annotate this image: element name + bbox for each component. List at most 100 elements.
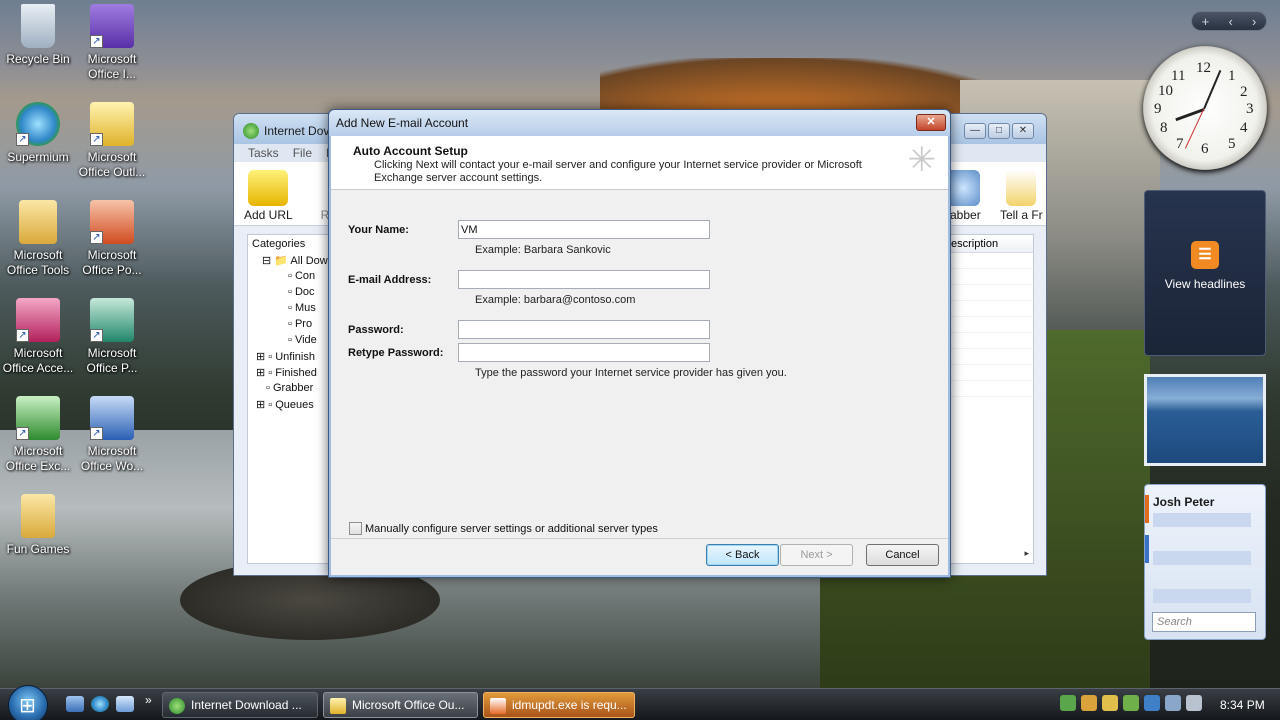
network-status-icon[interactable] <box>1165 695 1181 711</box>
checkbox-box[interactable] <box>349 522 362 535</box>
taskbar-item-microsoft-office-outlook[interactable]: Microsoft Office Ou... <box>323 692 478 718</box>
tree-item-compressed[interactable]: ▫ Con <box>252 270 328 286</box>
list-row <box>951 301 1033 317</box>
browser-quick-launch-icon[interactable] <box>91 696 109 712</box>
your-name-hint: Example: Barbara Sankovic <box>475 244 611 256</box>
feed-headlines-gadget[interactable]: ☰ View headlines <box>1144 190 1266 356</box>
contacts-search-input[interactable]: Search <box>1152 612 1256 632</box>
desktop-icon-office-outlook[interactable]: ↗ Microsoft Office Outl... <box>74 102 150 180</box>
folder-icon <box>19 200 57 244</box>
description-column-header[interactable]: escription <box>951 235 1033 253</box>
desktop-icon-label: Microsoft Office Exc... <box>5 444 71 473</box>
password-input[interactable] <box>458 320 710 339</box>
desktop-icon-recycle-bin[interactable]: Recycle Bin <box>0 4 76 67</box>
show-desktop-icon[interactable] <box>66 696 84 712</box>
email-address-input[interactable] <box>458 270 710 289</box>
downloads-list[interactable]: escription ▸ <box>950 234 1034 564</box>
desktop-icon-office-tools[interactable]: Microsoft Office Tools <box>0 200 76 278</box>
clock-number: 6 <box>1201 141 1209 157</box>
previous-page-button[interactable]: ‹ <box>1228 14 1232 29</box>
contacts-gadget[interactable]: Josh Peter Search <box>1144 484 1266 640</box>
security-shield-icon[interactable] <box>1102 695 1118 711</box>
view-headlines-link[interactable]: View headlines <box>1145 277 1265 291</box>
clock-number: 11 <box>1171 68 1186 84</box>
contact-name[interactable]: Josh Peter <box>1153 495 1214 509</box>
dialog-body: Auto Account Setup Clicking Next will co… <box>331 136 948 575</box>
clock-number: 5 <box>1228 136 1236 152</box>
switch-windows-icon[interactable] <box>116 696 134 712</box>
contact-row[interactable] <box>1153 589 1251 603</box>
grabber-button[interactable]: rabber <box>946 170 981 222</box>
desktop-icon-office-powerpoint[interactable]: ↗ Microsoft Office Po... <box>74 200 150 278</box>
menu-file[interactable]: File <box>293 146 312 160</box>
add-email-account-dialog[interactable]: Add New E-mail Account ✕ Auto Account Se… <box>328 109 951 578</box>
dialog-header: Auto Account Setup Clicking Next will co… <box>331 136 948 190</box>
start-button[interactable] <box>8 685 48 720</box>
list-row <box>951 317 1033 333</box>
contact-row[interactable] <box>1153 513 1251 527</box>
volume-muted-icon[interactable] <box>1186 695 1202 711</box>
taskbar-clock[interactable]: 8:34 PM <box>1220 698 1265 712</box>
tree-item-grabber[interactable]: ▫ Grabber <box>252 382 328 398</box>
desktop-icon-office-infopath[interactable]: ↗ Microsoft Office I... <box>74 4 150 82</box>
clock-gadget[interactable]: 12 1 2 3 4 5 6 7 8 9 10 11 <box>1143 46 1267 170</box>
tree-item-queues[interactable]: ⊞ ▫ Queues <box>252 398 328 414</box>
tray-icon[interactable] <box>1144 695 1160 711</box>
tree-item-video[interactable]: ▫ Vide <box>252 334 328 350</box>
clock-number: 4 <box>1240 120 1248 136</box>
idm-title-text: Internet Dov <box>264 124 330 138</box>
slide-show-gadget[interactable] <box>1144 374 1266 466</box>
retype-password-input[interactable] <box>458 343 710 362</box>
grabber-icon <box>946 170 981 206</box>
tree-item-all-downloads[interactable]: ⊟ 📁 All Dowr <box>252 254 328 270</box>
scroll-right-arrow[interactable]: ▸ <box>1024 548 1029 559</box>
tree-item-unfinished[interactable]: ⊞ ▫ Unfinish <box>252 350 328 366</box>
manual-config-checkbox[interactable]: Manually configure server settings or ad… <box>349 522 658 535</box>
taskbar-item-internet-download-manager[interactable]: Internet Download ... <box>162 692 318 718</box>
desktop-icon-office-publisher[interactable]: ↗ Microsoft Office P... <box>74 298 150 376</box>
desktop-icon-fun-games[interactable]: Fun Games <box>0 494 76 557</box>
list-row <box>951 253 1033 269</box>
tray-icon[interactable] <box>1123 695 1139 711</box>
contacts-tab[interactable] <box>1145 495 1149 523</box>
tray-icon[interactable] <box>1081 695 1097 711</box>
desktop-icon-office-access[interactable]: ↗ Microsoft Office Acce... <box>0 298 76 376</box>
desktop-icon-label: Recycle Bin <box>6 52 70 66</box>
next-button[interactable]: Next > <box>780 544 853 566</box>
desktop-icon-office-excel[interactable]: ↗ Microsoft Office Exc... <box>0 396 76 474</box>
your-name-input[interactable] <box>458 220 710 239</box>
dialog-close-button[interactable]: ✕ <box>916 114 946 131</box>
network-tray-icon[interactable] <box>1060 695 1076 711</box>
menu-tasks[interactable]: Tasks <box>248 146 279 160</box>
back-button[interactable]: < Back <box>706 544 779 566</box>
list-row <box>951 349 1033 365</box>
tell-a-friend-button[interactable]: Tell a Fr <box>1000 170 1043 222</box>
desktop-icon-office-word[interactable]: ↗ Microsoft Office Wo... <box>74 396 150 474</box>
publisher-icon: ↗ <box>90 298 134 342</box>
clock-number: 9 <box>1154 101 1162 117</box>
categories-tree[interactable]: Categories ⊟ 📁 All Dowr ▫ Con ▫ Doc ▫ Mu… <box>247 234 333 564</box>
tree-item-music[interactable]: ▫ Mus <box>252 302 328 318</box>
next-page-button[interactable]: › <box>1252 14 1256 29</box>
cancel-button[interactable]: Cancel <box>866 544 939 566</box>
taskbar-item-idmupdt[interactable]: idmupdt.exe is requ... <box>483 692 635 718</box>
add-url-button[interactable]: Add URL <box>244 170 293 222</box>
desktop-icon-label: Fun Games <box>6 542 70 556</box>
tree-item-documents[interactable]: ▫ Doc <box>252 286 328 302</box>
desktop-icon-label: Microsoft Office Tools <box>6 248 70 277</box>
password-label: Password: <box>348 324 404 336</box>
tree-item-finished[interactable]: ⊞ ▫ Finished <box>252 366 328 382</box>
contact-row[interactable] <box>1153 551 1251 565</box>
maximize-button[interactable]: □ <box>988 123 1010 139</box>
clock-number: 8 <box>1160 120 1168 136</box>
list-row <box>951 269 1033 285</box>
contacts-tab[interactable] <box>1145 535 1149 563</box>
quick-launch-overflow[interactable]: » <box>145 693 152 707</box>
add-gadget-button[interactable]: + <box>1202 14 1210 29</box>
desktop-icon-supermium[interactable]: ↗ Supermium <box>0 102 76 165</box>
tree-item-programs[interactable]: ▫ Pro <box>252 318 328 334</box>
password-hint: Type the password your Internet service … <box>475 367 787 379</box>
close-button[interactable]: ✕ <box>1012 123 1034 139</box>
outlook-icon <box>330 698 346 714</box>
minimize-button[interactable]: — <box>964 123 986 139</box>
